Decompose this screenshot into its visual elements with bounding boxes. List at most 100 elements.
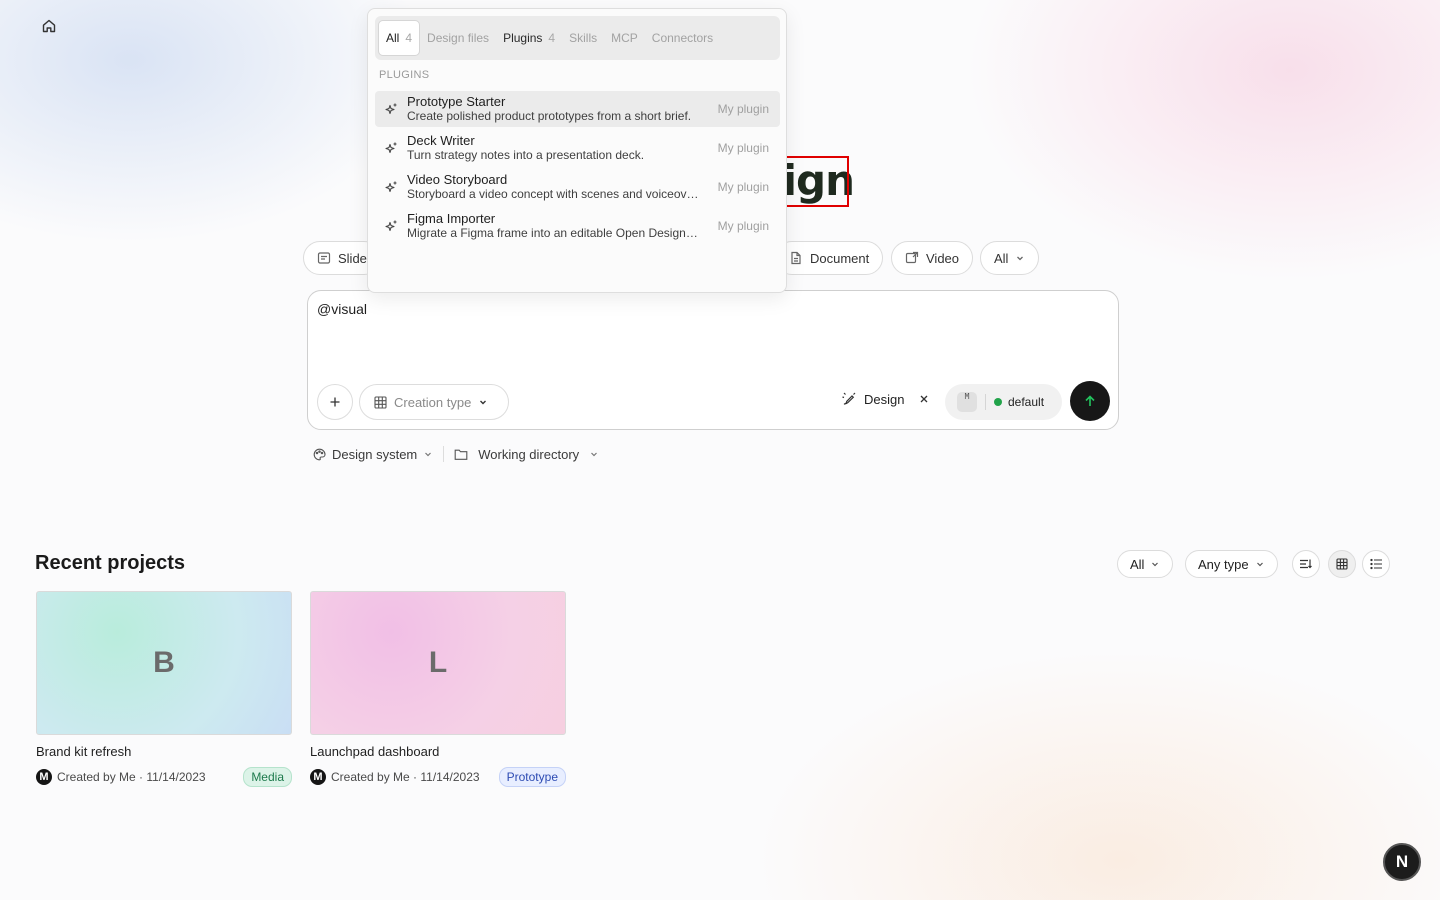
mention-popover: All 4 Design files Plugins 4 Skills MCP …	[367, 8, 787, 293]
project-meta-text: Created by Me · 11/14/2023	[57, 770, 206, 784]
project-meta: M Created by Me · 11/14/2023 Prototype	[310, 767, 566, 787]
plugin-description: Create polished product prototypes from …	[407, 109, 692, 123]
plugin-title: Prototype Starter	[407, 95, 506, 109]
project-thumbnail: L	[310, 591, 566, 735]
working-directory-label: Working directory	[478, 446, 580, 462]
plugin-title: Figma Importer	[407, 212, 496, 226]
options-divider	[443, 446, 445, 462]
tab-label: Skills	[569, 31, 598, 45]
project-thumbnail: B	[36, 591, 292, 735]
plugins-section-label: PLUGINS	[379, 69, 430, 81]
chip-document-label: Document	[810, 250, 870, 266]
popover-tabs: All 4 Design files Plugins 4 Skills MCP …	[375, 16, 780, 60]
chevron-down-icon	[589, 449, 599, 459]
sparkle-icon	[375, 219, 407, 233]
chip-video-label: Video	[926, 250, 960, 266]
floating-n-button[interactable]: N	[1383, 843, 1421, 881]
plugin-tag: My plugin	[717, 180, 769, 194]
type-filter[interactable]: Any type	[1185, 550, 1278, 578]
project-meta-text: Created by Me · 11/14/2023	[331, 770, 480, 784]
chip-all-label: All	[994, 250, 1009, 266]
project-name: Brand kit refresh	[36, 744, 132, 759]
project-card[interactable]: L Launchpad dashboard M Created by Me · …	[310, 591, 566, 787]
model-divider	[985, 394, 986, 410]
plugin-title: Deck Writer	[407, 134, 475, 148]
tab-all[interactable]: All 4	[378, 20, 421, 56]
tab-label: MCP	[611, 31, 638, 45]
type-filter-label: Any type	[1198, 556, 1249, 572]
owner-filter[interactable]: All	[1117, 550, 1174, 578]
chevron-down-icon	[478, 397, 488, 407]
video-icon	[905, 251, 919, 265]
tab-connectors[interactable]: Connectors	[645, 20, 720, 56]
sparkle-icon	[375, 102, 407, 116]
design-system-select[interactable]: Design system	[313, 447, 433, 462]
plugin-description: Migrate a Figma frame into an editable O…	[407, 226, 699, 240]
plugin-description: Turn strategy notes into a presentation …	[407, 148, 645, 162]
prompt-input[interactable]: @visual	[317, 301, 1097, 361]
project-name: Launchpad dashboard	[310, 744, 440, 759]
chevron-down-icon	[1015, 253, 1025, 263]
plugin-item[interactable]: Deck Writer Turn strategy notes into a p…	[375, 130, 780, 166]
chevron-down-icon	[1255, 559, 1265, 569]
chevron-down-icon	[1150, 559, 1160, 569]
plugin-tag: My plugin	[717, 141, 769, 155]
folder-icon	[454, 448, 468, 461]
home-icon	[41, 18, 57, 34]
project-card[interactable]: B Brand kit refresh M Created by Me · 11…	[36, 591, 292, 787]
chip-all[interactable]: All	[980, 241, 1040, 275]
sort-icon	[1299, 558, 1313, 570]
attach-button[interactable]	[317, 384, 353, 420]
plugin-item[interactable]: Video Storyboard Storyboard a video conc…	[375, 169, 780, 205]
palette-icon	[313, 448, 326, 461]
chip-slide-label: Slide	[338, 250, 367, 266]
list-view-icon	[1369, 558, 1383, 570]
owner-filter-label: All	[1130, 556, 1145, 572]
model-selector[interactable]: M default	[945, 384, 1062, 420]
avatar: M	[310, 769, 326, 785]
tab-count: 4	[548, 31, 556, 45]
plugin-title: Video Storyboard	[407, 173, 508, 187]
tab-count: 4	[405, 31, 413, 45]
chevron-down-icon	[423, 449, 433, 459]
working-directory-select[interactable]: Working directory	[454, 447, 599, 462]
home-button[interactable]	[38, 15, 60, 37]
plugin-tag: My plugin	[717, 102, 769, 116]
grid-icon	[374, 395, 387, 409]
design-system-label: Design system	[332, 446, 418, 462]
composer-options: Design system Working directory	[313, 446, 599, 462]
list-view-button[interactable]	[1362, 550, 1390, 578]
project-type-badge: Media	[243, 767, 292, 787]
tab-skills[interactable]: Skills	[562, 20, 604, 56]
highlight-box	[781, 156, 849, 207]
tab-label: All	[386, 31, 400, 45]
arrow-up-icon	[1083, 394, 1097, 408]
recent-projects-title: Recent projects	[35, 552, 186, 574]
grid-view-icon	[1336, 558, 1348, 570]
plugin-item[interactable]: Figma Importer Migrate a Figma frame int…	[375, 208, 780, 244]
design-skill-icon	[841, 391, 857, 407]
chip-video[interactable]: Video	[891, 241, 974, 275]
model-avatar: M	[957, 392, 977, 412]
sort-button[interactable]	[1292, 550, 1320, 578]
tab-label: Design files	[427, 31, 490, 45]
creation-type-label: Creation type	[394, 394, 472, 410]
model-name: default	[1008, 395, 1045, 409]
sparkle-icon	[375, 180, 407, 194]
plugin-tag: My plugin	[717, 219, 769, 233]
chip-document[interactable]: Document	[775, 241, 884, 275]
send-button[interactable]	[1070, 381, 1110, 421]
status-dot	[994, 398, 1002, 406]
slide-icon	[317, 251, 331, 265]
tab-design-files[interactable]: Design files	[420, 20, 496, 56]
creation-type-select[interactable]: Creation type	[359, 384, 509, 420]
project-meta: M Created by Me · 11/14/2023 Media	[36, 767, 292, 787]
tab-mcp[interactable]: MCP	[604, 20, 645, 56]
tab-plugins[interactable]: Plugins 4	[496, 20, 562, 56]
plugin-item[interactable]: Prototype Starter Create polished produc…	[375, 91, 780, 127]
close-icon[interactable]	[919, 394, 929, 404]
design-skill-tag: Design	[841, 391, 929, 407]
avatar: M	[36, 769, 52, 785]
grid-view-button[interactable]	[1328, 550, 1356, 578]
plus-icon	[329, 396, 341, 408]
